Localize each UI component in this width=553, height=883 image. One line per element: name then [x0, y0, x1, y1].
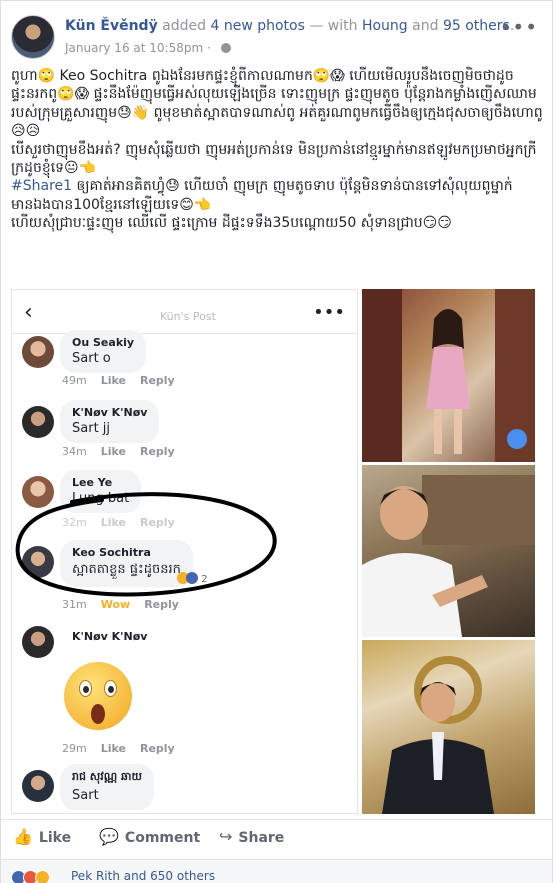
commenter-name: K'Nøv K'Nøv	[72, 630, 148, 643]
comment-meta: 29m Like Reply	[62, 742, 189, 755]
comment-meta: 49m Like Reply	[62, 374, 189, 387]
sticker-eye	[104, 680, 117, 697]
share-button[interactable]: ↪ Share	[219, 827, 284, 846]
photo-man-dark-suit[interactable]	[362, 640, 535, 814]
with-text: — with	[309, 18, 358, 34]
comment-label: Comment	[124, 830, 201, 846]
post-body-line: បើសួរថាញុមខឹងអត់? ញុមសុំឆ្លើយថា ញុមអត់ប្…	[11, 141, 537, 177]
sticker-pupil	[83, 686, 89, 693]
post-timestamp-row: January 16 at 10:58pm ·	[65, 41, 231, 55]
photo-woman-illustration	[362, 289, 535, 462]
share-label: Share	[238, 830, 285, 846]
sticker-mouth	[91, 704, 105, 724]
comment-meta: 34m Like Reply	[62, 445, 189, 458]
commenter-name: Lee Ye	[72, 476, 113, 489]
post-header: Kün Ěvěndÿ added 4 new photos — with Hou…	[11, 11, 542, 61]
comment-text: Sart o	[72, 351, 111, 366]
hashtag-link[interactable]: #Share1	[11, 178, 72, 194]
comment-button[interactable]: 💬 Comment	[99, 827, 200, 846]
comment-text: Sart	[72, 788, 99, 803]
commenter-avatar	[22, 626, 54, 658]
share-icon: ↪	[219, 827, 233, 846]
comment-reply: Reply	[139, 445, 175, 458]
more-options-icon: •••	[313, 302, 345, 323]
photo-grid: ‹ Kün's Post ••• Ou Seakiy Sart o 49m Lik…	[11, 289, 535, 814]
comment-reply: Reply	[139, 374, 175, 387]
photo-suit-illustration	[382, 656, 494, 814]
photo-woman-pink-dress[interactable]	[362, 289, 535, 462]
and-text: and	[412, 18, 439, 34]
comment-bubble: រាជ សុវណ្ណ ឆាយ Sart	[60, 764, 154, 810]
added-text: added	[162, 18, 207, 34]
post-action-bar: 👍 Like 💬 Comment ↪ Share	[1, 819, 552, 853]
wow-sticker	[64, 662, 132, 730]
comment-like: Like	[100, 374, 126, 387]
screenshot-topbar: ‹ Kün's Post •••	[12, 290, 357, 334]
comment-icon: 💬	[99, 827, 119, 846]
sticker-eye	[79, 680, 92, 697]
reaction-icons	[11, 868, 50, 883]
comment-like: Like	[100, 445, 126, 458]
post-card: Kün Ěvěndÿ added 4 new photos — with Hou…	[0, 0, 553, 883]
like-label: Like	[38, 830, 72, 846]
commenter-name: រាជ សុវណ្ណ ឆាយ	[72, 770, 142, 783]
comment-time: 29m	[62, 742, 87, 755]
post-date[interactable]: January 16 at 10:58pm	[65, 41, 203, 55]
author-name[interactable]: Kün Ěvěndÿ	[65, 18, 158, 34]
commenter-name: K'Nøv K'Nøv	[72, 406, 148, 419]
back-arrow-icon: ‹	[24, 300, 33, 325]
photos-link[interactable]: 4 new photos	[210, 18, 304, 34]
comment-text: Sart jj	[72, 421, 111, 436]
more-options-icon[interactable]: •••	[500, 15, 538, 39]
comment-bubble: Ou Seakiy Sart o	[60, 330, 147, 373]
reactions-text[interactable]: Pek Rith and 650 others	[71, 869, 215, 883]
comment-time: 49m	[62, 374, 87, 387]
commenter-name: Ou Seakiy	[72, 336, 135, 349]
post-body: ពូហា🙄 Keo Sochitra ពូឯងនែរមកផ្ទះខ្ញុំពីក…	[11, 67, 543, 233]
post-header-line: Kün Ěvěndÿ added 4 new photos — with Hou…	[65, 18, 514, 34]
comment-reply: Reply	[139, 742, 175, 755]
post-body-text: ឲ្យគាត់អានគិតហ្វុំ😓 ហើយចាំ ញុមក្រ ញុមតូច…	[11, 178, 513, 213]
thumbs-up-icon: 👍	[13, 827, 33, 846]
like-button[interactable]: 👍 Like	[13, 827, 71, 846]
hand-drawn-circle	[15, 492, 277, 597]
comment-screenshot-photo[interactable]: ‹ Kün's Post ••• Ou Seakiy Sart o 49m Lik…	[11, 289, 358, 814]
comment-bubble: K'Nøv K'Nøv Sart jj	[60, 400, 160, 443]
sticker-pupil	[108, 686, 114, 693]
post-body-line: #Share1 ឲ្យគាត់អានគិតហ្វុំ😓 ហើយចាំ ញុមក្…	[11, 177, 543, 214]
commenter-avatar	[22, 406, 54, 438]
comment-like: Like	[100, 742, 126, 755]
separator-dot: ·	[206, 41, 211, 55]
photo-man-white-shirt[interactable]	[362, 465, 535, 637]
reactions-summary[interactable]: Pek Rith and 650 others	[1, 859, 552, 883]
comment-time: 34m	[62, 445, 87, 458]
post-body-line: ហើយសុំជ្រាបៈផ្ទះញុម ឈើលើ ផ្ទះក្រោម ដីផ្ទ…	[11, 215, 452, 232]
commenter-avatar	[22, 336, 54, 368]
globe-icon	[220, 43, 231, 53]
post-body-line: ពូហា🙄 Keo Sochitra ពូឯងនែរមកផ្ទះខ្ញុំពីក…	[11, 68, 543, 140]
screenshot-title: Kün's Post	[160, 310, 216, 323]
photo-man-illustration	[362, 475, 535, 637]
wow-reaction-icon	[35, 870, 50, 883]
author-avatar[interactable]	[11, 15, 55, 59]
tagged-user-link[interactable]: Houng	[362, 18, 408, 34]
commenter-avatar	[22, 770, 54, 802]
